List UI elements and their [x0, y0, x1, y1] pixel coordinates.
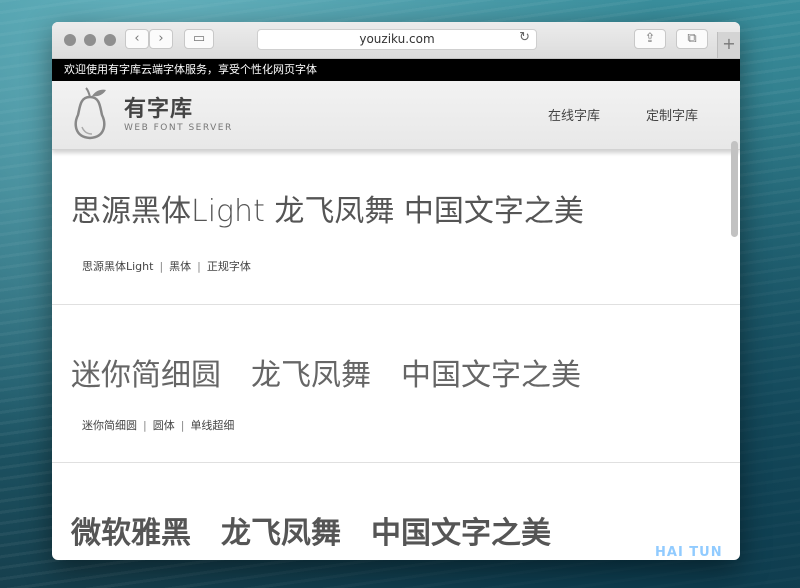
font-tag[interactable]: 迷你简细圆: [82, 419, 137, 432]
tag-separator: |: [159, 260, 164, 273]
browser-toolbar: ‹ › ▭ youziku.com ↻ ⇪ ⧉ +: [52, 22, 740, 59]
font-sample-text: 思源黑体Light 龙飞凤舞 中国文字之美: [71, 194, 584, 229]
font-tags-2: 迷你简细圆 | 圆体 | 单线超细: [82, 417, 234, 433]
font-tags-1: 思源黑体Light | 黑体 | 正规字体: [82, 258, 251, 274]
show-tabs-button[interactable]: ⧉: [676, 29, 708, 49]
font-sample-text: 迷你简细圆: [71, 358, 221, 393]
font-tag[interactable]: 正规字体: [207, 260, 251, 273]
share-icon: ⇪: [644, 31, 656, 46]
plus-icon: +: [722, 34, 736, 53]
tag-separator: |: [180, 419, 185, 432]
chevron-left-icon: ‹: [134, 31, 140, 46]
site-logo-title[interactable]: 有字库: [124, 91, 193, 123]
browser-window: ‹ › ▭ youziku.com ↻ ⇪ ⧉ + 欢迎使用有字库云端字体服务，…: [52, 22, 740, 560]
back-button[interactable]: ‹: [125, 29, 149, 49]
tabs-icon: ⧉: [687, 31, 697, 46]
font-tag[interactable]: 单线超细: [190, 419, 234, 432]
address-bar[interactable]: youziku.com ↻: [257, 29, 537, 50]
sidebar-button[interactable]: ▭: [184, 29, 214, 49]
nav-online-fonts[interactable]: 在线字库: [548, 105, 600, 124]
sidebar-icon: ▭: [192, 31, 206, 46]
font-card-1[interactable]: 思源黑体Light 龙飞凤舞 中国文字之美 思源黑体Light | 黑体 | 正规字体: [52, 151, 740, 305]
font-sample-1[interactable]: 思源黑体Light 龙飞凤舞 中国文字之美: [71, 186, 584, 230]
site-logo-subtitle: WEB FONT SERVER: [124, 123, 233, 133]
zoom-window-button[interactable]: [104, 34, 116, 46]
url-text: youziku.com: [359, 32, 435, 46]
reload-icon[interactable]: ↻: [519, 30, 530, 45]
tag-separator: |: [197, 260, 201, 273]
font-sample-text: 中国文字之美: [371, 516, 551, 551]
font-sample-text: 龙飞凤舞: [251, 358, 371, 393]
welcome-bar: 欢迎使用有字库云端字体服务，享受个性化网页字体: [52, 59, 740, 81]
font-sample-text: 龙飞凤舞: [221, 516, 341, 551]
font-sample-text: 微软雅黑: [71, 516, 191, 551]
font-card-2[interactable]: 迷你简细圆 龙飞凤舞 中国文字之美 迷你简细圆 | 圆体 | 单线超细: [52, 305, 740, 463]
tag-separator: |: [143, 419, 147, 432]
chevron-right-icon: ›: [158, 31, 164, 46]
site-header: 有字库 WEB FONT SERVER 在线字库 定制字库: [52, 81, 740, 150]
font-tag[interactable]: 圆体: [153, 419, 175, 432]
font-sample-text: 中国文字之美: [401, 358, 581, 393]
close-window-button[interactable]: [64, 34, 76, 46]
watermark: HAI TUN: [655, 545, 723, 560]
font-sample-2[interactable]: 迷你简细圆 龙飞凤舞 中国文字之美: [71, 350, 581, 394]
font-tag[interactable]: 思源黑体Light: [82, 260, 153, 273]
nav-custom-fonts[interactable]: 定制字库: [646, 105, 698, 124]
pear-logo-icon[interactable]: [68, 87, 114, 145]
forward-button[interactable]: ›: [149, 29, 173, 49]
new-tab-button[interactable]: +: [717, 32, 740, 58]
share-button[interactable]: ⇪: [634, 29, 666, 49]
web-content: 欢迎使用有字库云端字体服务，享受个性化网页字体 有字库 WEB FONT SER…: [52, 59, 740, 560]
font-tag[interactable]: 黑体: [169, 260, 191, 273]
font-card-3[interactable]: 微软雅黑 龙飞凤舞 中国文字之美: [52, 463, 740, 560]
font-sample-3[interactable]: 微软雅黑 龙飞凤舞 中国文字之美: [71, 508, 551, 552]
minimize-window-button[interactable]: [84, 34, 96, 46]
